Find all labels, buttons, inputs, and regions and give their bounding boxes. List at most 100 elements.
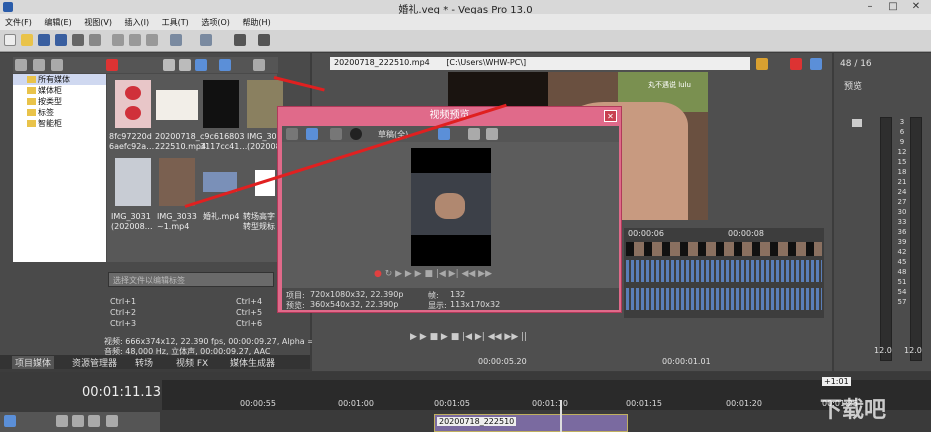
- meter-scale-label: 21: [897, 178, 907, 186]
- shortcut-label: Ctrl+1: [110, 297, 137, 306]
- volume-fader[interactable]: [852, 119, 862, 127]
- media-label: 转场高字 转型规标: [243, 212, 275, 231]
- menu-tools[interactable]: 工具(T): [157, 14, 194, 28]
- folder-icon: [27, 76, 36, 83]
- cut-icon[interactable]: [112, 34, 124, 46]
- menu-edit[interactable]: 编辑(E): [39, 14, 76, 28]
- save-as-icon[interactable]: [55, 34, 67, 46]
- auto-preview-icon[interactable]: [195, 59, 207, 71]
- delete-icon[interactable]: [106, 59, 118, 71]
- transport-buttons[interactable]: ▶ ▶ ■ ▶ ■ |◀ ▶| ◀◀ ▶▶ ||: [410, 332, 527, 342]
- snapshot-icon[interactable]: [756, 58, 768, 70]
- monitor-icon[interactable]: [810, 58, 822, 70]
- solo-icon[interactable]: [72, 415, 84, 427]
- close-button[interactable]: ✕: [905, 0, 927, 14]
- monitor-icon[interactable]: [306, 128, 318, 140]
- menu-view[interactable]: 视图(V): [79, 14, 117, 28]
- tree-item-all-media[interactable]: 所有媒体: [13, 74, 106, 85]
- timeline-marker: +1:01: [822, 377, 851, 386]
- media-label: 20200718_ 222510.mp4: [155, 132, 207, 151]
- media-thumbnail[interactable]: [115, 158, 151, 206]
- playhead[interactable]: [560, 400, 562, 432]
- menu-insert[interactable]: 插入(I): [120, 14, 155, 28]
- redo-icon[interactable]: [200, 34, 212, 46]
- help-icon[interactable]: [258, 34, 270, 46]
- play-icon[interactable]: [163, 59, 175, 71]
- stop-icon[interactable]: [179, 59, 191, 71]
- media-thumbnail[interactable]: [115, 80, 151, 128]
- minimize-button[interactable]: –: [859, 0, 881, 14]
- save-snapshot-icon[interactable]: [486, 128, 498, 140]
- tab-project-media[interactable]: 项目媒体: [12, 356, 55, 369]
- tab-explorer[interactable]: 资源管理器: [72, 356, 117, 369]
- meter-scale-label: 39: [897, 238, 907, 246]
- media-thumbnail[interactable]: [156, 90, 198, 120]
- settings-icon[interactable]: [106, 415, 118, 427]
- media-thumbnail[interactable]: [203, 80, 239, 128]
- frame-value: 132: [450, 290, 466, 299]
- tree-item-by-type[interactable]: 按类型: [13, 96, 106, 107]
- render-icon[interactable]: [72, 34, 84, 46]
- ruler-tick: 00:01:00: [338, 399, 374, 408]
- views-icon[interactable]: [219, 59, 231, 71]
- trimmer-audio-waveform: [626, 260, 822, 282]
- dialog-close-button[interactable]: ✕: [604, 110, 617, 122]
- import-icon[interactable]: [15, 59, 27, 71]
- video-preview-dialog: 视频预览 ✕ 草稿(全) ● ↻ ▶ ▶ ▶ ■ |◀ ▶| ◀◀ ▶▶ 项目:…: [277, 106, 622, 313]
- tab-media-generators[interactable]: 媒体生成器: [230, 356, 275, 369]
- tab-transitions[interactable]: 转场: [135, 356, 153, 369]
- tree-item-label: 智能柜: [38, 119, 62, 128]
- dialog-transport[interactable]: ● ↻ ▶ ▶ ▶ ■ |◀ ▶| ◀◀ ▶▶: [374, 269, 492, 279]
- tab-video-fx[interactable]: 视频 FX: [176, 356, 208, 369]
- trimmer-ruler-time: 00:00:06: [628, 229, 664, 238]
- split-screen-icon[interactable]: [330, 128, 342, 140]
- grid-icon[interactable]: [438, 128, 450, 140]
- tag-filter-input[interactable]: 选择文件以编辑标签: [108, 272, 274, 287]
- folder-icon: [27, 87, 36, 94]
- preview-label: 预览:: [286, 301, 305, 310]
- meter-value-right: 12.0: [904, 346, 922, 355]
- dialog-toolbar: 草稿(全): [282, 126, 619, 142]
- paste-icon[interactable]: [146, 34, 158, 46]
- timeline-ruler: 00:00:55 00:01:00 00:01:05 00:01:10 00:0…: [162, 380, 931, 410]
- preview-value: 360x540x32, 22.390p: [310, 300, 399, 309]
- fx-icon[interactable]: [88, 415, 100, 427]
- master-meter-panel: 48 / 16 预览 3 6 9 12 15 18 21 24 27 30 33 36 39 42 45 48…: [834, 53, 931, 371]
- explorer-toolbar: [13, 57, 278, 73]
- media-thumbnail[interactable]: [159, 158, 195, 206]
- menu-file[interactable]: 文件(F): [0, 14, 37, 28]
- dialog-status: 项目: 720x1080x32, 22.390p 预览: 360x540x32,…: [282, 288, 619, 310]
- maximize-button[interactable]: □: [882, 0, 904, 14]
- tree-item-tags[interactable]: 标签: [13, 107, 106, 118]
- meter-header: 48 / 16: [840, 59, 872, 69]
- dialog-video-frame: [411, 148, 491, 266]
- meter-scale-label: 33: [897, 218, 907, 226]
- open-icon[interactable]: [21, 34, 33, 46]
- menu-options[interactable]: 选项(O): [196, 14, 235, 28]
- tree-item-media-bins[interactable]: 媒体柜: [13, 85, 106, 96]
- menu-help[interactable]: 帮助(H): [237, 14, 275, 28]
- mute-icon[interactable]: [56, 415, 68, 427]
- site-watermark: 下载吧: [820, 398, 887, 423]
- save-icon[interactable]: [38, 34, 50, 46]
- properties-icon[interactable]: [89, 34, 101, 46]
- close-media-icon[interactable]: [790, 58, 802, 70]
- capture-icon[interactable]: [33, 59, 45, 71]
- new-icon[interactable]: [4, 34, 16, 46]
- media-label: IMG_30… (202008…: [247, 132, 277, 151]
- ruler-tick: 00:01:20: [726, 399, 762, 408]
- get-media-icon[interactable]: [51, 59, 63, 71]
- tree-item-label: 媒体柜: [38, 86, 62, 95]
- copy-icon[interactable]: [129, 34, 141, 46]
- meter-scale-label: 6: [899, 128, 905, 136]
- meter-scale-label: 57: [897, 298, 907, 306]
- copy-frame-icon[interactable]: [468, 128, 480, 140]
- undo-icon[interactable]: [170, 34, 182, 46]
- timeline-clip[interactable]: 20200718_222510: [434, 414, 628, 432]
- tree-item-smart-bins[interactable]: 智能柜: [13, 118, 106, 129]
- properties-icon[interactable]: [286, 128, 298, 140]
- edit-tool-icon[interactable]: [234, 34, 246, 46]
- trimmer-timeline: 00:00:06 00:00:08: [624, 228, 824, 318]
- overlay-icon[interactable]: [350, 128, 362, 140]
- search-icon[interactable]: [253, 59, 265, 71]
